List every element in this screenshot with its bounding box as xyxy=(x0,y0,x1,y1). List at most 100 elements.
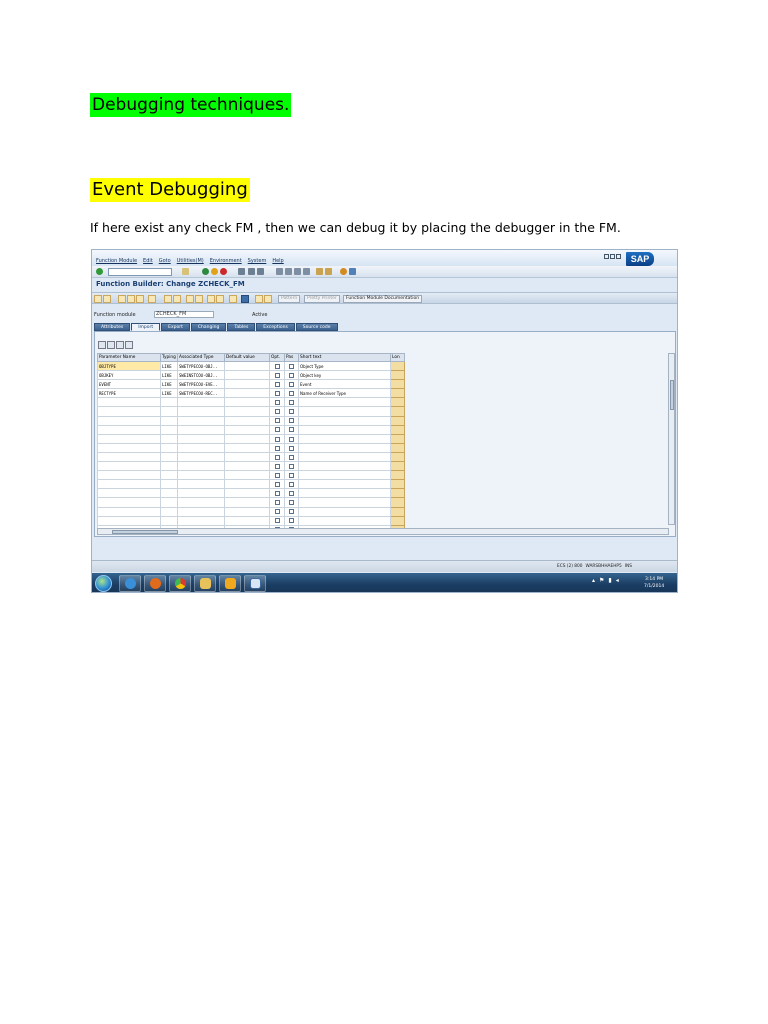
copy-row-icon[interactable] xyxy=(116,341,124,349)
optional-checkbox[interactable] xyxy=(269,488,285,499)
checkbox-icon[interactable] xyxy=(274,436,280,442)
tab-source-code[interactable]: Source code xyxy=(295,323,338,331)
checkbox-icon[interactable] xyxy=(289,509,294,515)
pass-value-checkbox[interactable] xyxy=(284,388,299,399)
default-value-cell[interactable] xyxy=(224,497,270,508)
parameter-name-cell[interactable] xyxy=(97,497,161,508)
checkbox-icon[interactable] xyxy=(274,454,280,460)
parameter-name-cell[interactable]: EVENT xyxy=(97,379,161,390)
default-value-cell[interactable] xyxy=(224,479,270,490)
typing-cell[interactable] xyxy=(160,433,178,444)
column-header-default-value[interactable]: Default value xyxy=(224,353,270,362)
typing-cell[interactable] xyxy=(160,506,178,517)
pass-value-checkbox[interactable] xyxy=(284,461,299,472)
test-icon[interactable] xyxy=(136,295,144,303)
default-value-cell[interactable] xyxy=(224,506,270,517)
long-text-button[interactable] xyxy=(390,506,405,517)
shortcut-icon[interactable] xyxy=(325,268,332,275)
checkbox-icon[interactable] xyxy=(289,363,294,369)
pass-value-checkbox[interactable] xyxy=(284,497,299,508)
checkbox-icon[interactable] xyxy=(274,518,280,524)
typing-cell[interactable] xyxy=(160,479,178,490)
object-list-icon[interactable] xyxy=(207,295,215,303)
typing-cell[interactable] xyxy=(160,397,178,408)
column-header-short-text[interactable]: Short text xyxy=(298,353,391,362)
table-row[interactable] xyxy=(97,424,405,435)
parameter-name-cell[interactable] xyxy=(97,506,161,517)
parameter-name-cell[interactable] xyxy=(97,461,161,472)
short-text-cell[interactable] xyxy=(298,488,391,499)
checkbox-icon[interactable] xyxy=(274,400,280,406)
optional-checkbox[interactable] xyxy=(269,497,285,508)
checkbox-icon[interactable] xyxy=(289,482,294,488)
tab-attributes[interactable]: Attributes xyxy=(94,323,131,331)
checkbox-icon[interactable] xyxy=(289,372,294,378)
checkbox-icon[interactable] xyxy=(274,491,280,497)
checkbox-icon[interactable] xyxy=(274,472,280,478)
associated-type-cell[interactable] xyxy=(177,470,225,481)
column-header-pass-value[interactable]: Pas xyxy=(284,353,299,362)
long-text-button[interactable] xyxy=(390,479,405,490)
default-value-cell[interactable] xyxy=(224,433,270,444)
command-field[interactable] xyxy=(108,268,172,276)
checkbox-icon[interactable] xyxy=(274,391,280,397)
taskbar-explorer[interactable] xyxy=(194,575,216,592)
parameter-name-cell[interactable] xyxy=(97,488,161,499)
short-text-cell[interactable] xyxy=(298,451,391,463)
associated-type-cell[interactable] xyxy=(177,442,225,453)
table-row[interactable] xyxy=(97,415,405,426)
default-value-cell[interactable] xyxy=(224,397,270,408)
optional-checkbox[interactable] xyxy=(269,397,285,408)
column-header-long-text[interactable]: Lon xyxy=(390,353,405,362)
table-row[interactable] xyxy=(97,470,405,481)
checkbox-icon[interactable] xyxy=(274,500,280,506)
checkbox-icon[interactable] xyxy=(274,381,280,387)
pass-value-checkbox[interactable] xyxy=(284,415,299,426)
delete-row-icon[interactable] xyxy=(98,341,106,349)
pass-value-checkbox[interactable] xyxy=(284,424,299,435)
checkbox-icon[interactable] xyxy=(289,491,294,497)
long-text-button[interactable] xyxy=(390,451,405,463)
optional-checkbox[interactable] xyxy=(269,506,285,517)
back-icon[interactable] xyxy=(202,268,209,275)
long-text-button[interactable] xyxy=(390,461,405,472)
typing-cell[interactable]: LIKE xyxy=(160,360,178,372)
checkbox-icon[interactable] xyxy=(289,463,294,469)
optional-checkbox[interactable] xyxy=(269,370,285,381)
associated-type-cell[interactable] xyxy=(177,506,225,517)
pass-value-checkbox[interactable] xyxy=(284,433,299,444)
checkbox-icon[interactable] xyxy=(274,363,280,369)
menu-system[interactable]: System xyxy=(248,258,267,264)
checkbox-icon[interactable] xyxy=(274,427,280,433)
checkbox-icon[interactable] xyxy=(289,427,294,433)
default-value-cell[interactable] xyxy=(224,442,270,453)
pass-value-checkbox[interactable] xyxy=(284,406,299,417)
checkbox-icon[interactable] xyxy=(274,463,280,469)
optional-checkbox[interactable] xyxy=(269,470,285,481)
parameter-name-cell[interactable] xyxy=(97,397,161,408)
table-row[interactable] xyxy=(97,406,405,417)
inactive-objects-icon[interactable] xyxy=(216,295,224,303)
minimize-icon[interactable] xyxy=(604,254,609,259)
tab-exceptions[interactable]: Exceptions xyxy=(256,323,295,331)
info-icon[interactable] xyxy=(241,295,249,303)
associated-type-cell[interactable]: SWEINSTCOU-OBJ.. xyxy=(177,370,225,381)
pass-value-checkbox[interactable] xyxy=(284,515,299,526)
long-text-button[interactable] xyxy=(390,515,405,526)
short-text-cell[interactable] xyxy=(298,415,391,426)
typing-cell[interactable] xyxy=(160,442,178,453)
column-header-parameter-name[interactable]: Parameter Name xyxy=(97,353,161,362)
breakpoint-icon[interactable] xyxy=(195,295,203,303)
long-text-button[interactable] xyxy=(390,397,405,408)
pass-value-checkbox[interactable] xyxy=(284,379,299,390)
typing-cell[interactable] xyxy=(160,488,178,499)
checkbox-icon[interactable] xyxy=(289,454,294,460)
tab-import[interactable]: Import xyxy=(131,323,161,331)
optional-checkbox[interactable] xyxy=(269,424,285,435)
column-header-typing[interactable]: Typing xyxy=(160,353,178,362)
parameter-name-cell[interactable] xyxy=(97,479,161,490)
tab-changing[interactable]: Changing xyxy=(190,323,227,331)
pattern-button[interactable]: Pattern xyxy=(278,295,301,303)
associated-type-cell[interactable] xyxy=(177,515,225,526)
typing-cell[interactable] xyxy=(160,470,178,481)
